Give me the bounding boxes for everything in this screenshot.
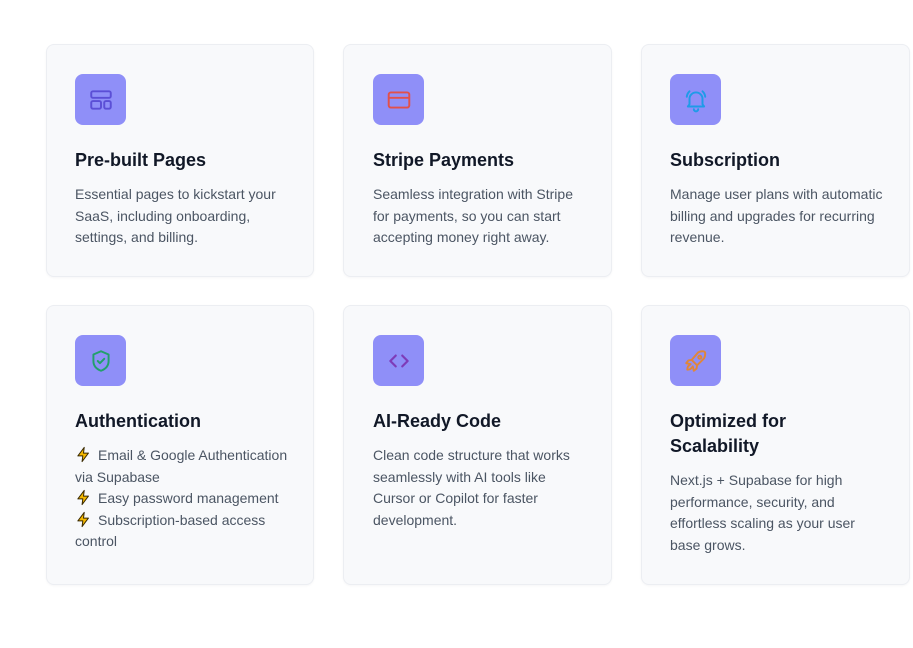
- bullet-item: Email & Google Authentication via Supaba…: [75, 445, 289, 488]
- feature-description: Seamless integration with Stripe for pay…: [373, 186, 573, 245]
- code-icon: [373, 335, 424, 386]
- feature-title: Pre-built Pages: [75, 150, 207, 170]
- feature-card-scalability: Optimized for Scalability Next.js + Supa…: [641, 305, 910, 585]
- feature-description: Clean code structure that works seamless…: [373, 447, 570, 528]
- lightning-bolt-icon: [77, 446, 89, 463]
- bullet-text: Subscription-based access control: [75, 511, 266, 550]
- feature-description: Manage user plans with automatic billing…: [670, 186, 883, 245]
- shield-check-icon: [75, 335, 126, 386]
- feature-description: Next.js + Supabase for high performance,…: [670, 472, 855, 553]
- feature-bullet-list: Email & Google Authentication via Supaba…: [75, 445, 289, 553]
- bullet-item: Subscription-based access control: [75, 510, 289, 553]
- bullet-text: Email & Google Authentication via Supaba…: [75, 447, 288, 485]
- feature-title: Authentication: [75, 411, 201, 431]
- feature-card-subscription: Subscription Manage user plans with auto…: [641, 44, 910, 277]
- bullet-item: Easy password management: [75, 488, 289, 510]
- feature-description: Essential pages to kickstart your SaaS, …: [75, 186, 276, 245]
- feature-title: Stripe Payments: [373, 150, 515, 170]
- bell-ring-icon: [670, 74, 721, 125]
- lightning-bolt-icon: [77, 489, 89, 506]
- feature-card-authentication: Authentication Email & Google Authentica…: [46, 305, 314, 585]
- credit-card-icon: [373, 74, 424, 125]
- layout-icon: [75, 74, 126, 125]
- feature-title: Optimized for Scalability: [670, 411, 786, 456]
- feature-card-ai-ready-code: AI-Ready Code Clean code structure that …: [343, 305, 612, 585]
- feature-title: Subscription: [670, 150, 781, 170]
- feature-card-pre-built-pages: Pre-built Pages Essential pages to kicks…: [46, 44, 314, 277]
- bullet-text: Easy password management: [98, 490, 279, 506]
- feature-card-stripe-payments: Stripe Payments Seamless integration wit…: [343, 44, 612, 277]
- rocket-icon: [670, 335, 721, 386]
- feature-title: AI-Ready Code: [373, 411, 502, 431]
- lightning-bolt-icon: [77, 511, 89, 527]
